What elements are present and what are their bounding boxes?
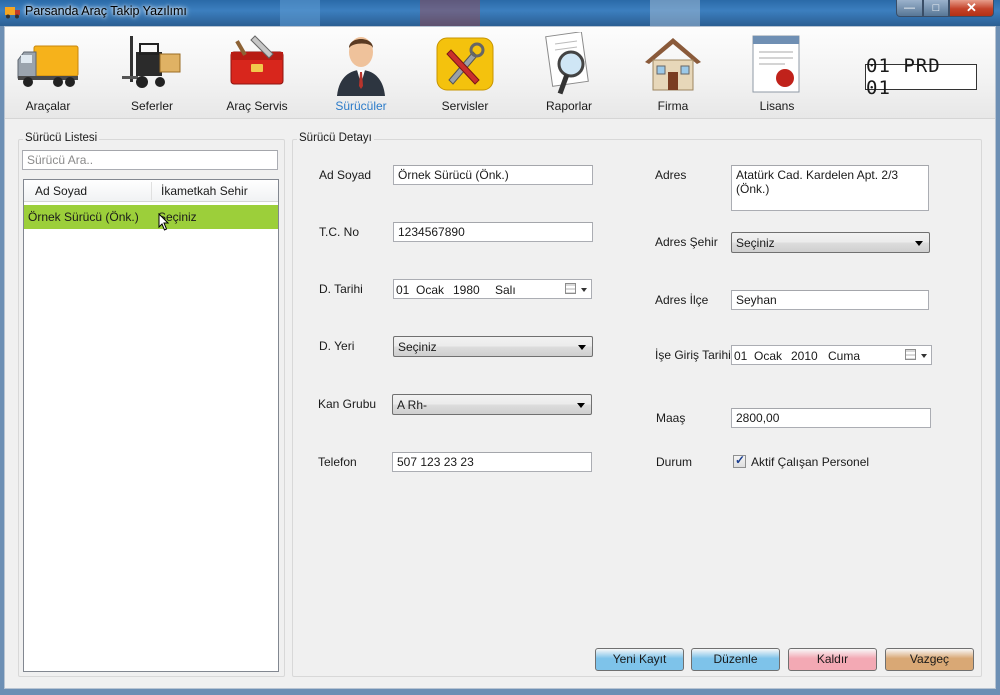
list-item-name: Örnek Sürücü (Önk.) bbox=[28, 210, 139, 224]
phone-field[interactable]: 507 123 23 23 bbox=[392, 452, 592, 472]
blood-type-value: A Rh- bbox=[397, 398, 428, 412]
toolbar-item-label: Lisans bbox=[759, 99, 795, 113]
tc-field[interactable]: 1234567890 bbox=[393, 222, 593, 242]
start-weekday: Cuma bbox=[828, 349, 861, 363]
toolbar-item-license[interactable]: Lisans bbox=[727, 29, 827, 117]
start-month: Ocak bbox=[754, 349, 783, 363]
address-field[interactable]: Atatürk Cad. Kardelen Apt. 2/3 (Önk.) bbox=[731, 165, 929, 211]
close-button[interactable]: ✕ bbox=[949, 0, 994, 17]
toolbar-item-label: Araçalar bbox=[25, 99, 71, 113]
chevron-down-icon[interactable] bbox=[581, 288, 587, 292]
toolbar-item-drivers[interactable]: Sürücüler bbox=[311, 29, 411, 117]
delete-button[interactable]: Kaldır bbox=[788, 648, 877, 671]
name-field[interactable]: Örnek Sürücü (Önk.) bbox=[393, 165, 593, 185]
birth-weekday: Salı bbox=[495, 283, 516, 297]
birth-year: 1980 bbox=[453, 283, 480, 297]
maximize-button[interactable]: □ bbox=[923, 0, 949, 17]
blood-type-select[interactable]: A Rh- bbox=[392, 394, 592, 415]
label-start-date: İşe Giriş Tarihi bbox=[655, 348, 731, 362]
address-district-field[interactable]: Seyhan bbox=[731, 290, 929, 310]
toolbar-item-label: Araç Servis bbox=[226, 99, 288, 113]
cancel-button[interactable]: Vazgeç bbox=[885, 648, 974, 671]
active-employee-label[interactable]: Aktif Çalışan Personel bbox=[751, 455, 869, 469]
minimize-button[interactable]: — bbox=[896, 0, 923, 17]
toolbar-item-label: Raporlar bbox=[545, 99, 593, 113]
label-phone: Telefon bbox=[318, 455, 357, 469]
new-record-button[interactable]: Yeni Kayıt bbox=[595, 648, 684, 671]
driver-person-icon bbox=[337, 37, 385, 96]
birth-month: Ocak bbox=[416, 283, 445, 297]
list-header: Ad Soyad İkametkah Sehir bbox=[24, 180, 278, 202]
chevron-down-icon bbox=[915, 241, 923, 246]
calendar-icon[interactable] bbox=[905, 349, 916, 360]
driver-search-input[interactable]: Sürücü Ara.. bbox=[22, 150, 278, 170]
column-header-name[interactable]: Ad Soyad bbox=[35, 184, 87, 198]
house-icon bbox=[645, 38, 701, 91]
start-year: 2010 bbox=[791, 349, 818, 363]
edit-button[interactable]: Düzenle bbox=[691, 648, 780, 671]
start-date-picker[interactable]: 01 Ocak 2010 Cuma bbox=[731, 345, 932, 365]
label-status: Durum bbox=[656, 455, 693, 469]
driver-listview[interactable]: Ad Soyad İkametkah Sehir Örnek Sürücü (Ö… bbox=[23, 179, 279, 672]
birth-place-select[interactable]: Seçiniz bbox=[393, 336, 593, 357]
start-day: 01 bbox=[734, 349, 748, 363]
certificate-icon bbox=[752, 35, 800, 93]
chevron-down-icon[interactable] bbox=[921, 354, 927, 358]
forklift-icon bbox=[122, 36, 181, 88]
birth-place-value: Seçiniz bbox=[398, 340, 437, 354]
main-toolbar: Araçalar Seferler Araç Servis Sürücüler … bbox=[5, 27, 995, 119]
birth-day: 01 bbox=[396, 283, 410, 297]
calendar-icon[interactable] bbox=[565, 283, 576, 294]
address-city-value: Seçiniz bbox=[736, 236, 775, 250]
toolbar-item-label: Seferler bbox=[130, 99, 174, 113]
driver-list-title: Sürücü Listesi bbox=[23, 132, 100, 144]
toolbar-item-label: Servisler bbox=[441, 99, 489, 113]
chevron-down-icon bbox=[578, 345, 586, 350]
toolbar-item-company[interactable]: Firma bbox=[623, 29, 723, 117]
report-magnifier-icon bbox=[545, 32, 589, 95]
label-birth-date: D. Tarihi bbox=[319, 282, 363, 296]
toolbar-item-label: Firma bbox=[657, 99, 689, 113]
label-salary: Maaş bbox=[656, 411, 686, 425]
list-item[interactable]: Örnek Sürücü (Önk.) Seçiniz bbox=[24, 205, 278, 231]
active-employee-checkbox[interactable] bbox=[733, 453, 746, 468]
toolbar-item-vehicles[interactable]: Araçalar bbox=[0, 29, 98, 117]
toolbar-item-vehicle-service[interactable]: Araç Servis bbox=[207, 29, 307, 117]
chevron-down-icon bbox=[577, 403, 585, 408]
driver-detail-title: Sürücü Detayı bbox=[297, 132, 374, 144]
license-plate-display: 01 PRD 01 bbox=[865, 55, 977, 99]
toolbar-item-label: Sürücüler bbox=[335, 99, 387, 113]
label-address-city: Adres Şehir bbox=[655, 235, 718, 249]
address-city-select[interactable]: Seçiniz bbox=[731, 232, 930, 253]
column-header-city[interactable]: İkametkah Sehir bbox=[161, 184, 248, 198]
label-address-district: Adres İlçe bbox=[655, 293, 709, 307]
toolbar-item-services[interactable]: Servisler bbox=[415, 29, 515, 117]
column-separator[interactable] bbox=[151, 182, 152, 200]
label-birth-place: D. Yeri bbox=[319, 339, 355, 353]
birth-date-picker[interactable]: 01 Ocak 1980 Salı bbox=[393, 279, 592, 299]
label-name: Ad Soyad bbox=[319, 168, 372, 182]
truck-icon bbox=[17, 45, 79, 87]
toolbar-item-trips[interactable]: Seferler bbox=[102, 29, 202, 117]
salary-field[interactable]: 2800,00 bbox=[731, 408, 931, 428]
main-client-area: Araçalar Seferler Araç Servis Sürücüler … bbox=[4, 26, 996, 689]
window-title: Parsanda Araç Takip Yazılımı bbox=[25, 4, 187, 18]
tools-icon bbox=[436, 37, 494, 91]
toolbar-item-reports[interactable]: Raporlar bbox=[519, 29, 619, 117]
label-blood: Kan Grubu bbox=[318, 397, 377, 411]
toolbox-icon bbox=[230, 35, 284, 85]
label-address: Adres bbox=[655, 168, 687, 182]
truck-app-icon bbox=[5, 7, 20, 19]
label-tc: T.C. No bbox=[319, 225, 360, 239]
mouse-cursor-icon bbox=[158, 213, 170, 231]
title-bar: Parsanda Araç Takip Yazılımı — □ ✕ bbox=[0, 0, 1000, 26]
